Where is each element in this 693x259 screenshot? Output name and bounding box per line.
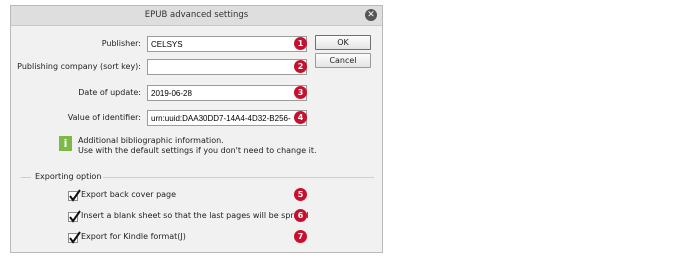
publishing-company-label: Publishing company (sort key): xyxy=(17,62,141,71)
date-of-update-field[interactable] xyxy=(147,85,307,101)
callout-badge-1: 1 xyxy=(294,37,307,50)
export-kindle-label: Export for Kindle format(J) xyxy=(81,232,186,241)
export-back-cover-label: Export back cover page xyxy=(81,190,177,199)
epub-settings-dialog: EPUB advanced settings ✕ Publisher: 1 Pu… xyxy=(10,5,383,253)
date-of-update-label: Date of update: xyxy=(78,88,141,97)
export-back-cover-checkbox[interactable] xyxy=(68,189,81,202)
close-icon[interactable]: ✕ xyxy=(365,9,377,21)
publisher-label: Publisher: xyxy=(101,39,141,48)
group-divider-right xyxy=(95,177,374,178)
callout-badge-2: 2 xyxy=(294,60,307,73)
publishing-company-field[interactable] xyxy=(147,59,307,75)
callout-badge-7: 7 xyxy=(294,230,307,243)
info-line-2: Use with the default settings if you don… xyxy=(78,146,317,155)
group-divider-left xyxy=(21,177,31,178)
info-line-1: Additional bibliographic information. xyxy=(78,136,224,145)
info-text: Additional bibliographic information. Us… xyxy=(78,136,317,156)
callout-badge-6: 6 xyxy=(294,209,307,222)
publisher-field[interactable] xyxy=(147,36,307,52)
exporting-option-title: Exporting option xyxy=(33,172,104,181)
checkmark-icon xyxy=(69,231,81,244)
checkmark-icon xyxy=(69,189,81,202)
checkmark-icon xyxy=(69,210,81,223)
cancel-button[interactable]: Cancel xyxy=(315,53,371,68)
dialog-title: EPUB advanced settings xyxy=(11,6,382,26)
export-kindle-checkbox[interactable] xyxy=(68,231,81,244)
identifier-field[interactable] xyxy=(147,110,307,126)
callout-badge-3: 3 xyxy=(294,86,307,99)
callout-badge-4: 4 xyxy=(294,111,307,124)
insert-blank-sheet-checkbox[interactable] xyxy=(68,210,81,223)
identifier-label: Value of identifier: xyxy=(67,113,141,122)
ok-button[interactable]: OK xyxy=(315,35,371,50)
insert-blank-sheet-label: Insert a blank sheet so that the last pa… xyxy=(81,211,309,220)
info-icon: i xyxy=(59,136,72,151)
callout-badge-5: 5 xyxy=(294,188,307,201)
